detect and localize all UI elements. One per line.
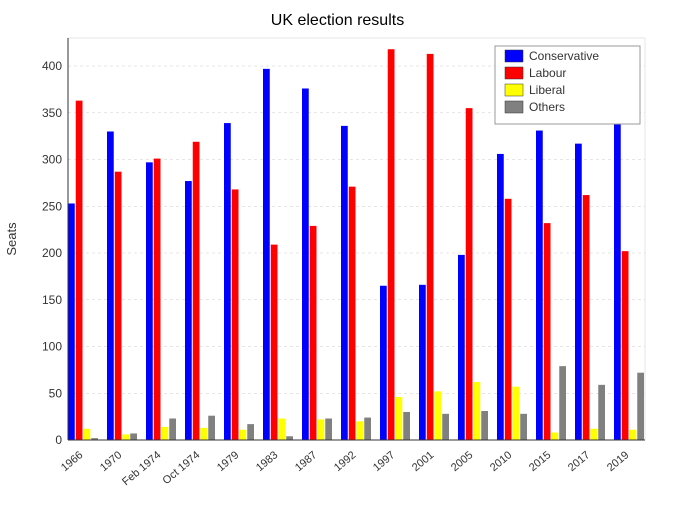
svg-text:Labour: Labour <box>529 66 566 80</box>
chart-svg: 0 50 100 150 200 250 300 350 400 Seats 1966 1970Feb… <box>0 0 675 520</box>
svg-text:150: 150 <box>42 293 62 307</box>
svg-text:Conservative: Conservative <box>529 49 599 63</box>
svg-text:250: 250 <box>42 199 62 213</box>
chart-container: UK election results 05010015020025030035… <box>0 0 675 520</box>
svg-text:Others: Others <box>529 100 565 114</box>
svg-text:2015: 2015 <box>527 449 553 474</box>
svg-text:1992: 1992 <box>332 449 358 474</box>
svg-text:1979: 1979 <box>215 449 241 474</box>
svg-text:1983: 1983 <box>254 449 280 474</box>
svg-text:200: 200 <box>42 246 62 260</box>
svg-text:1966: 1966 <box>59 449 85 474</box>
svg-text:2017: 2017 <box>566 449 592 474</box>
svg-text:Oct 1974: Oct 1974 <box>161 449 203 487</box>
svg-text:350: 350 <box>42 106 62 120</box>
svg-text:1987: 1987 <box>293 449 319 474</box>
svg-text:2019: 2019 <box>605 449 631 474</box>
svg-text:0: 0 <box>55 433 62 447</box>
svg-text:Feb 1974: Feb 1974 <box>120 449 163 488</box>
svg-text:300: 300 <box>42 153 62 167</box>
svg-text:2010: 2010 <box>488 449 514 474</box>
svg-text:Seats: Seats <box>4 222 19 256</box>
svg-text:1970: 1970 <box>98 449 124 474</box>
svg-text:1997: 1997 <box>371 449 397 474</box>
svg-text:50: 50 <box>49 386 63 400</box>
svg-text:400: 400 <box>42 59 62 73</box>
svg-text:2001: 2001 <box>410 449 436 474</box>
svg-text:2005: 2005 <box>449 449 475 474</box>
svg-text:100: 100 <box>42 340 62 354</box>
svg-text:Liberal: Liberal <box>529 83 565 97</box>
